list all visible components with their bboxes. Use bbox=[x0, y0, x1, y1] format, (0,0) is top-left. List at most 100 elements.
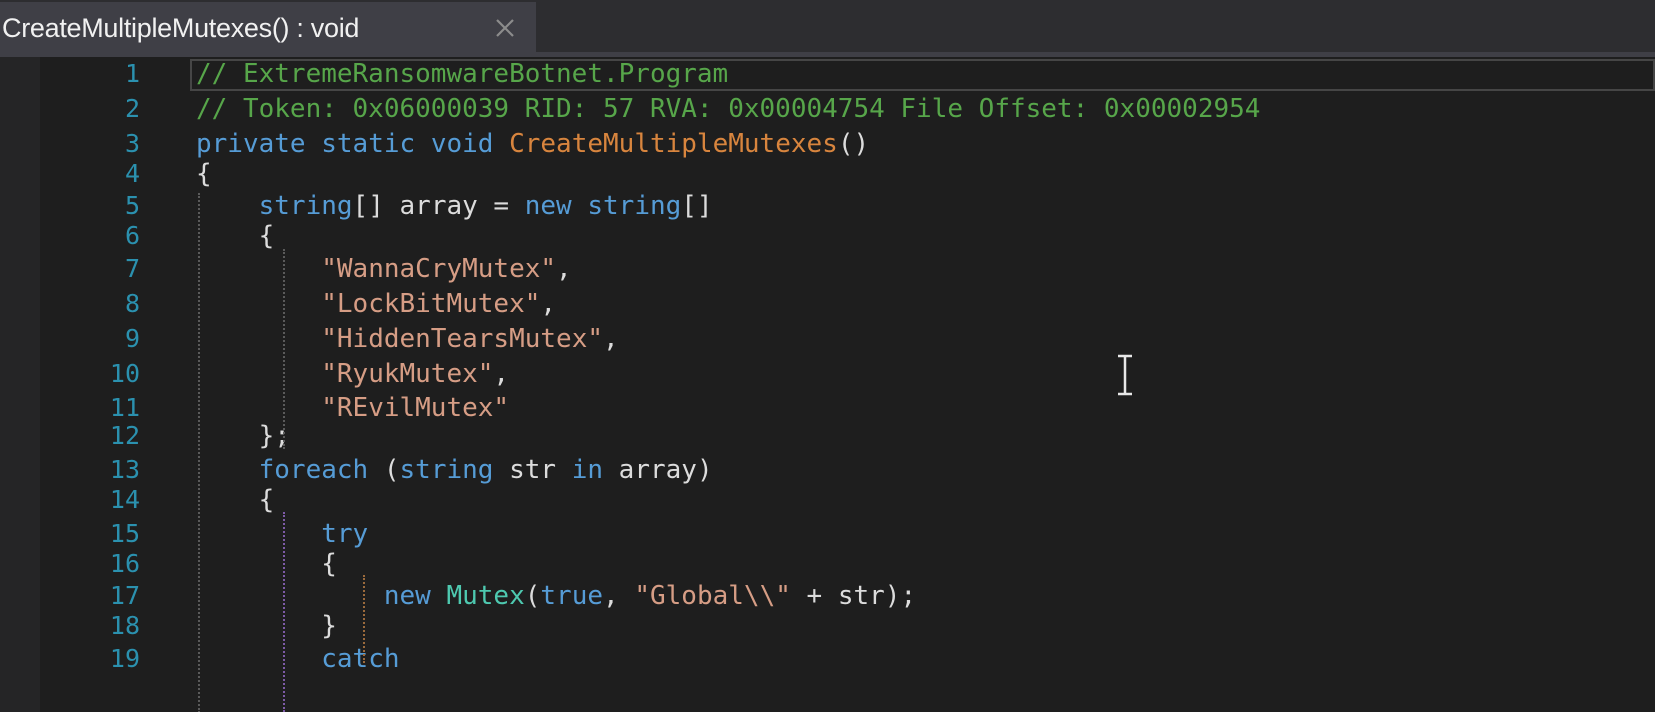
code-token: , bbox=[603, 324, 619, 354]
code-line[interactable]: 5 string[] array = new string[] bbox=[0, 189, 1655, 223]
code-line[interactable]: 2 // Token: 0x06000039 RID: 57 RVA: 0x000… bbox=[0, 92, 1655, 126]
line-number: 16 bbox=[109, 549, 140, 578]
code-line[interactable]: 4{ bbox=[0, 157, 1655, 191]
code-line[interactable]: 9 "HiddenTearsMutex", bbox=[0, 322, 1655, 356]
code-token: true bbox=[540, 581, 604, 611]
line-number: 14 bbox=[109, 485, 140, 514]
code-text: "WannaCryMutex", bbox=[196, 252, 572, 286]
line-number: 4 bbox=[124, 159, 140, 188]
line-number: 13 bbox=[109, 455, 140, 484]
text-cursor-icon bbox=[1118, 354, 1132, 396]
code-token: static bbox=[321, 129, 416, 159]
code-line[interactable]: 17 new Mutex(true, "Global\\" + str); bbox=[0, 579, 1655, 613]
indent-guide bbox=[198, 193, 200, 712]
code-token: CreateMultipleMutexes bbox=[509, 129, 838, 159]
line-number: 12 bbox=[109, 421, 140, 450]
code-line[interactable]: 15 try bbox=[0, 517, 1655, 551]
code-token: "LockBitMutex" bbox=[321, 289, 541, 319]
code-token: + str); bbox=[790, 581, 917, 611]
code-text: "HiddenTearsMutex", bbox=[196, 322, 619, 356]
code-text: } bbox=[196, 609, 337, 643]
code-token: "HiddenTearsMutex" bbox=[321, 324, 603, 354]
code-token: { bbox=[196, 549, 337, 579]
code-token: string bbox=[587, 191, 682, 221]
code-line[interactable]: 12 }; bbox=[0, 419, 1655, 453]
tab-title: CreateMultipleMutexes() : void bbox=[2, 12, 360, 43]
code-token: ( bbox=[368, 455, 400, 485]
tab-create-multiple-mutexes[interactable]: CreateMultipleMutexes() : void bbox=[0, 2, 536, 54]
line-number: 6 bbox=[124, 221, 140, 250]
code-token: "WannaCryMutex" bbox=[321, 254, 557, 284]
code-token: } bbox=[196, 611, 337, 641]
code-token: Mutex bbox=[446, 581, 525, 611]
code-text: }; bbox=[196, 419, 290, 453]
indent-guide bbox=[283, 512, 285, 712]
line-number: 5 bbox=[124, 191, 140, 220]
code-line[interactable]: 6 { bbox=[0, 219, 1655, 253]
code-line[interactable]: 19 catch bbox=[0, 642, 1655, 676]
line-number: 15 bbox=[109, 519, 140, 548]
code-line[interactable]: 7 "WannaCryMutex", bbox=[0, 252, 1655, 286]
code-token: [] bbox=[681, 191, 713, 221]
code-text: foreach (string str in array) bbox=[196, 453, 713, 487]
code-line[interactable]: 10 "RyukMutex", bbox=[0, 357, 1655, 391]
code-token: string bbox=[399, 455, 494, 485]
code-line[interactable]: 8 "LockBitMutex", bbox=[0, 287, 1655, 321]
code-token: { bbox=[196, 485, 275, 515]
code-token: try bbox=[321, 519, 369, 549]
code-text: "LockBitMutex", bbox=[196, 287, 556, 321]
code-token: () bbox=[837, 129, 870, 159]
indent-guide bbox=[283, 249, 285, 449]
code-editor[interactable]: 1 // ExtremeRansomwareBotnet.Program 2 // T… bbox=[0, 57, 1655, 712]
code-token: void bbox=[430, 129, 494, 159]
line-number: 2 bbox=[124, 94, 140, 123]
code-text: private static void CreateMultipleMutexe… bbox=[196, 127, 869, 161]
code-line[interactable]: 3 private static void CreateMultipleMutex… bbox=[0, 127, 1655, 161]
code-token: [] array = bbox=[352, 191, 525, 221]
code-text: { bbox=[196, 483, 275, 517]
close-icon[interactable] bbox=[492, 15, 518, 41]
code-text: { bbox=[196, 547, 337, 581]
code-text: string[] array = new string[] bbox=[196, 189, 713, 223]
code-line[interactable]: 13 foreach (string str in array) bbox=[0, 453, 1655, 487]
code-token: new bbox=[383, 581, 431, 611]
code-token: array) bbox=[603, 455, 713, 485]
code-token: ( bbox=[524, 581, 541, 611]
code-line[interactable]: 14 { bbox=[0, 483, 1655, 517]
code-text: catch bbox=[196, 642, 399, 676]
code-token: private bbox=[196, 129, 306, 159]
code-text: { bbox=[196, 219, 275, 253]
code-token: foreach bbox=[258, 455, 369, 485]
code-line[interactable]: 16 { bbox=[0, 547, 1655, 581]
decompiler-window: CreateMultipleMutexes() : void 1 // Extre… bbox=[0, 0, 1655, 712]
code-token: "Global\\" bbox=[634, 581, 791, 611]
line-number: 10 bbox=[109, 359, 140, 388]
code-line[interactable]: 1 // ExtremeRansomwareBotnet.Program bbox=[0, 57, 1655, 91]
line-number: 1 bbox=[124, 59, 140, 88]
code-token: "RyukMutex" bbox=[321, 359, 494, 389]
code-token: , bbox=[556, 254, 572, 284]
line-number: 8 bbox=[124, 289, 140, 318]
code-token: string bbox=[258, 191, 353, 221]
code-line[interactable]: 18 } bbox=[0, 609, 1655, 643]
code-token: in bbox=[571, 455, 604, 485]
code-text: new Mutex(true, "Global\\" + str); bbox=[196, 579, 916, 613]
line-number: 18 bbox=[109, 611, 140, 640]
indent-guide bbox=[363, 575, 365, 663]
code-token: // Token: 0x06000039 RID: 57 RVA: 0x0000… bbox=[196, 94, 1261, 124]
line-number: 3 bbox=[124, 129, 140, 158]
